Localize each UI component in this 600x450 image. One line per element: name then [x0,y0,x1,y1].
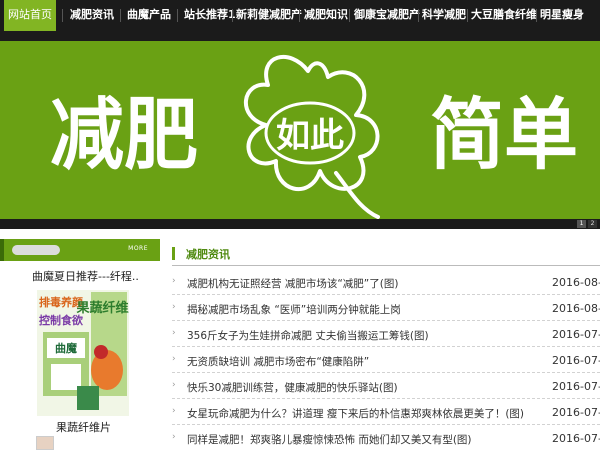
nav-item-knowledge[interactable]: 减肥知识 [304,0,348,31]
nav-divider [536,9,537,22]
chevron-right-icon: › [172,406,176,416]
nav-item-xinlijian[interactable]: 新莉健减肥产 [236,0,302,31]
nav-divider [232,9,233,22]
banner-bottom-strip [0,219,600,229]
news-row[interactable]: › 减肥机构无证照经营 减肥市场该“减肥”了(图) 2016-08-05 [172,270,600,295]
thumbnail-image[interactable] [36,436,54,450]
news-date: 2016-08-03 [552,302,600,315]
banner-word-right: 简单 [430,89,578,181]
news-date: 2016-07-22 [552,354,600,367]
promo-title-link[interactable]: 曲魔夏日推荐---纤程.. [32,268,139,284]
news-title[interactable]: 快乐30减肥训练营，健康减肥的快乐驿站(图) [187,380,398,395]
product-caption[interactable]: 果蔬纤维片 [56,419,111,435]
banner-emblem-text: 如此 [276,116,344,156]
banner-top-strip [0,31,600,41]
news-date: 2016-07-18 [552,432,600,445]
banner-page-1[interactable]: 1 [577,220,586,228]
product-label-right: 果蔬纤维片 [75,300,129,316]
chevron-right-icon: › [172,354,176,364]
chevron-right-icon: › [172,276,176,286]
product-brand: 曲魔 [55,341,78,355]
nav-item-celebrity[interactable]: 明星瘦身 [540,0,584,31]
news-section-title[interactable]: 减肥资讯 [186,246,230,262]
chevron-right-icon: › [172,380,176,390]
nav-divider [349,9,350,22]
nav-item-soy-fiber[interactable]: 大豆膳食纤维 [471,0,537,31]
section-marker [172,247,175,260]
news-row[interactable]: › 同样是减肥！郑爽骆儿暴瘦惊悚恐怖 而她们却又美又有型(图) 2016-07-… [172,426,600,450]
clover-emblem-icon: 如此 [244,54,380,219]
news-row[interactable]: › 无资质缺培训 减肥市场密布“健康陷阱” 2016-07-22 [172,348,600,373]
chevron-right-icon: › [172,432,176,442]
nav-divider [177,9,178,22]
nav-item-science[interactable]: 科学减肥 [422,0,466,31]
nav-item-products[interactable]: 曲魔产品 [127,0,171,31]
news-date: 2016-07-18 [552,406,600,419]
product-image[interactable]: 排毒养颜 控制食欲 果蔬纤维片 曲魔 [37,290,142,416]
blurred-logo [12,245,60,255]
nav-divider [467,9,468,22]
news-date: 2016-07-18 [552,380,600,393]
news-title[interactable]: 无资质缺培训 减肥市场密布“健康陷阱” [187,354,369,369]
nav-divider [418,9,419,22]
hero-banner[interactable]: 减肥 如此 简单 [0,41,600,219]
nav-divider [299,9,300,22]
nav-divider [62,9,63,22]
news-row[interactable]: › 356斤女子为生娃拼命减肥 丈夫偷当搬运工筹钱(图) 2016-07-30 [172,322,600,347]
news-date: 2016-07-30 [552,328,600,341]
banner-page-2[interactable]: 2 [588,220,597,228]
news-row[interactable]: › 快乐30减肥训练营，健康减肥的快乐驿站(图) 2016-07-18 [172,374,600,399]
product-package-icon: 排毒养颜 控制食欲 果蔬纤维片 曲魔 [37,290,142,416]
news-row[interactable]: › 揭秘减肥市场乱象 “医师”培训两分钟就能上岗 2016-08-03 [172,296,600,321]
more-link[interactable]: MORE [128,245,148,252]
news-title[interactable]: 减肥机构无证照经营 减肥市场该“减肥”了(图) [187,276,398,291]
nav-item-recommend[interactable]: 站长推荐1 [184,0,236,31]
news-title[interactable]: 356斤女子为生娃拼命减肥 丈夫偷当搬运工筹钱(图) [187,328,429,343]
sidebar-header: MORE [0,239,160,261]
news-row[interactable]: › 女星玩命减肥为什么？讲道理 瘦下来后的朴信惠郑爽林依晨更美了！(图) 201… [172,400,600,425]
news-date: 2016-08-05 [552,276,600,289]
news-title[interactable]: 同样是减肥！郑爽骆儿暴瘦惊悚恐怖 而她们却又美又有型(图) [187,432,472,447]
nav-item-home[interactable]: 网站首页 [4,0,56,31]
nav-item-news[interactable]: 减肥资讯 [70,0,114,31]
nav-divider [120,9,121,22]
nav-item-yukangbao[interactable]: 御康宝减肥产 [354,0,420,31]
news-section-header: 减肥资讯 [172,242,600,266]
chevron-right-icon: › [172,328,176,338]
banner-word-left: 减肥 [50,89,198,181]
chevron-right-icon: › [172,302,176,312]
news-title[interactable]: 女星玩命减肥为什么？讲道理 瘦下来后的朴信惠郑爽林依晨更美了！(图) [187,406,524,421]
news-title[interactable]: 揭秘减肥市场乱象 “医师”培训两分钟就能上岗 [187,302,401,317]
top-nav: 网站首页 减肥资讯 曲魔产品 站长推荐1 新莉健减肥产 减肥知识 御康宝减肥产 … [0,0,600,31]
